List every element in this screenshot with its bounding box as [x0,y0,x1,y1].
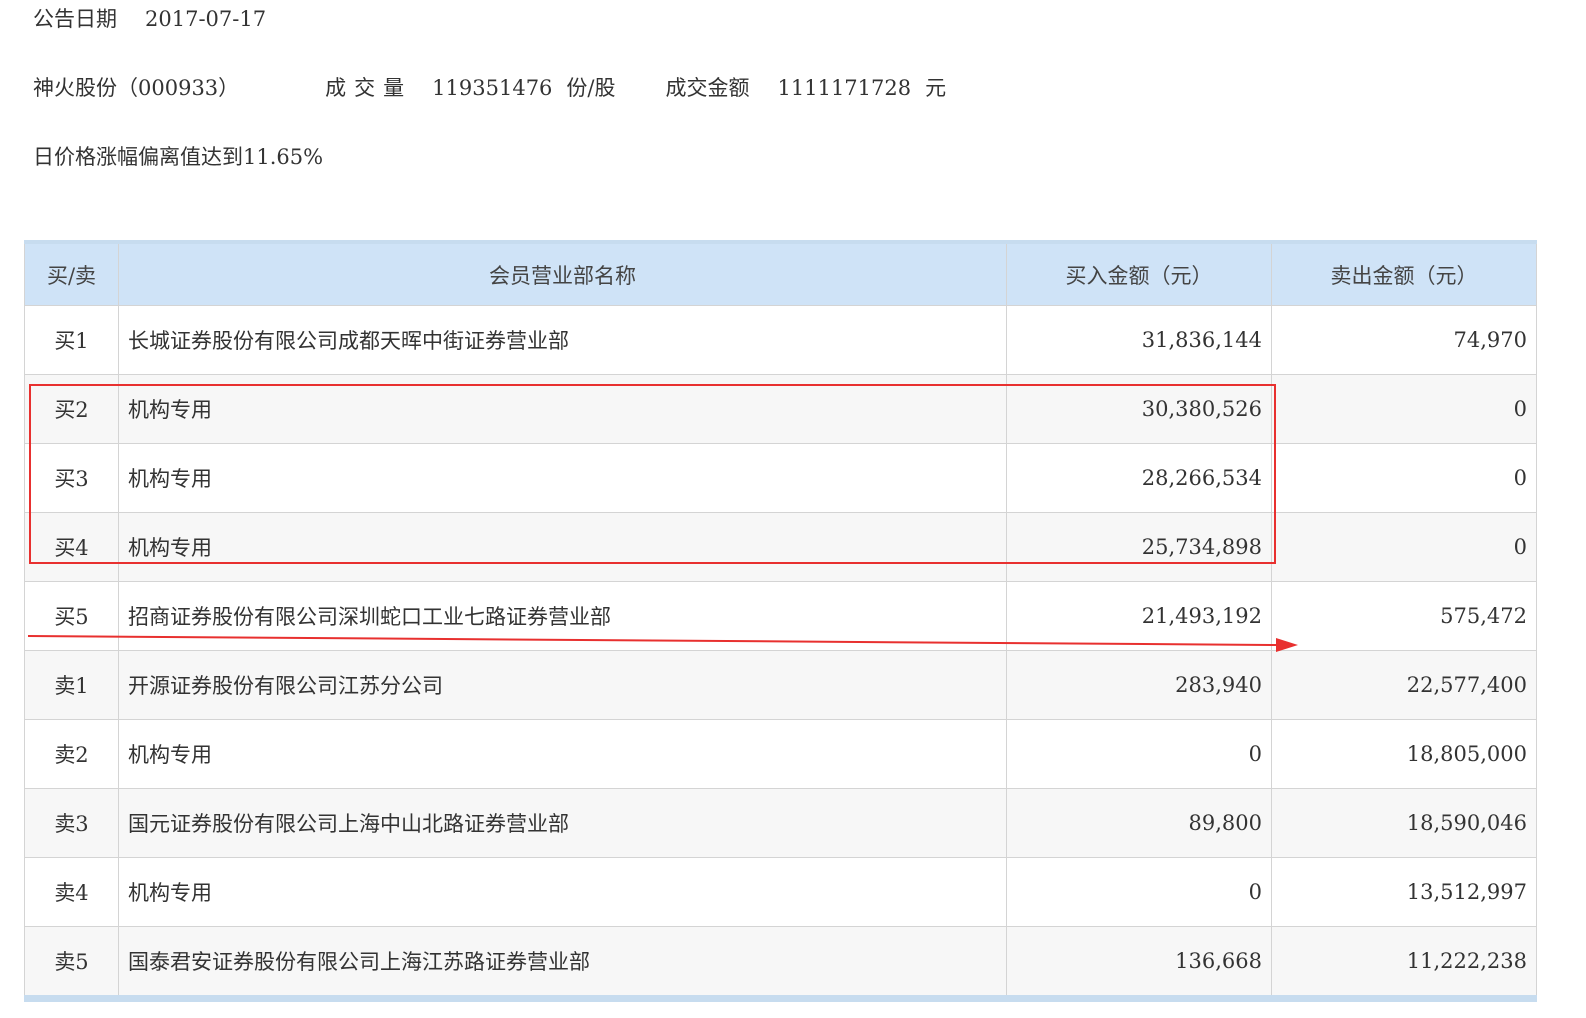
row-branch-name: 机构专用 [118,857,1007,927]
row-buy-amount: 0 [1006,719,1272,789]
amount-value: 1111171728 [777,76,912,100]
table-row: 买4 机构专用 25,734,898 0 [24,512,1537,582]
row-buy-amount: 136,668 [1006,926,1272,999]
row-branch-name: 机构专用 [118,443,1007,513]
row-buy-amount: 28,266,534 [1006,443,1272,513]
table-row: 买1 长城证券股份有限公司成都天晖中街证券营业部 31,836,144 74,9… [24,305,1537,375]
table-row: 买2 机构专用 30,380,526 0 [24,374,1537,444]
header-sell-amount: 卖出金额（元） [1271,241,1537,306]
row-buy-amount: 31,836,144 [1006,305,1272,375]
announcement-date-label: 公告日期 [33,7,117,31]
row-branch-name: 国泰君安证券股份有限公司上海江苏路证券营业部 [118,926,1007,999]
row-buy-amount: 89,800 [1006,788,1272,858]
row-buy-amount: 25,734,898 [1006,512,1272,582]
row-sell-amount: 0 [1271,512,1537,582]
row-buy-amount: 21,493,192 [1006,581,1272,651]
row-branch-name: 机构专用 [118,374,1007,444]
row-side: 买2 [24,374,119,444]
row-side: 卖3 [24,788,119,858]
volume-label: 成交量 [325,76,413,100]
stock-name-code: 神火股份（000933） [33,76,240,100]
row-sell-amount: 22,577,400 [1271,650,1537,720]
row-branch-name: 开源证券股份有限公司江苏分公司 [118,650,1007,720]
row-sell-amount: 18,590,046 [1271,788,1537,858]
row-sell-amount: 575,472 [1271,581,1537,651]
row-branch-name: 机构专用 [118,719,1007,789]
amount-label: 成交金额 [665,76,750,100]
announcement-date-value: 2017-07-17 [145,7,267,31]
row-side: 卖5 [24,926,119,999]
row-branch-name: 长城证券股份有限公司成都天晖中街证券营业部 [118,305,1007,375]
row-sell-amount: 18,805,000 [1271,719,1537,789]
table-row: 买3 机构专用 28,266,534 0 [24,443,1537,513]
row-sell-amount: 13,512,997 [1271,857,1537,927]
row-side: 卖2 [24,719,119,789]
listing-reason: 日价格涨幅偏离值达到11.65% [33,145,324,169]
table-row: 卖5 国泰君安证券股份有限公司上海江苏路证券营业部 136,668 11,222… [24,926,1537,999]
amount-unit: 元 [925,76,947,100]
row-sell-amount: 11,222,238 [1271,926,1537,999]
table-row: 卖4 机构专用 0 13,512,997 [24,857,1537,927]
table-row: 卖3 国元证券股份有限公司上海中山北路证券营业部 89,800 18,590,0… [24,788,1537,858]
header-buy-amount: 买入金额（元） [1006,241,1272,306]
row-branch-name: 机构专用 [118,512,1007,582]
table-header-row: 买/卖 会员营业部名称 买入金额（元） 卖出金额（元） [24,241,1537,306]
table-row: 买5 招商证券股份有限公司深圳蛇口工业七路证券营业部 21,493,192 57… [24,581,1537,651]
table-row: 卖2 机构专用 0 18,805,000 [24,719,1537,789]
row-branch-name: 国元证券股份有限公司上海中山北路证券营业部 [118,788,1007,858]
row-buy-amount: 30,380,526 [1006,374,1272,444]
trading-seat-table: 买/卖 会员营业部名称 买入金额（元） 卖出金额（元） 买1 长城证券股份有限公… [24,240,1537,1002]
volume-value: 119351476 [432,76,553,100]
header-branch-name: 会员营业部名称 [118,241,1007,306]
row-side: 买3 [24,443,119,513]
volume-unit: 份/股 [566,76,616,100]
table-row: 卖1 开源证券股份有限公司江苏分公司 283,940 22,577,400 [24,650,1537,720]
row-side: 买1 [24,305,119,375]
announcement-date-line: 公告日期 2017-07-17 [33,4,266,34]
row-sell-amount: 0 [1271,443,1537,513]
header-side: 买/卖 [24,241,119,306]
row-sell-amount: 0 [1271,374,1537,444]
row-side: 买4 [24,512,119,582]
row-side: 卖1 [24,650,119,720]
row-buy-amount: 0 [1006,857,1272,927]
row-buy-amount: 283,940 [1006,650,1272,720]
row-branch-name: 招商证券股份有限公司深圳蛇口工业七路证券营业部 [118,581,1007,651]
row-sell-amount: 74,970 [1271,305,1537,375]
row-side: 卖4 [24,857,119,927]
row-side: 买5 [24,581,119,651]
stock-summary-line: 神火股份（000933） 成交量 119351476 份/股 成交金额 111117172… [33,73,946,103]
